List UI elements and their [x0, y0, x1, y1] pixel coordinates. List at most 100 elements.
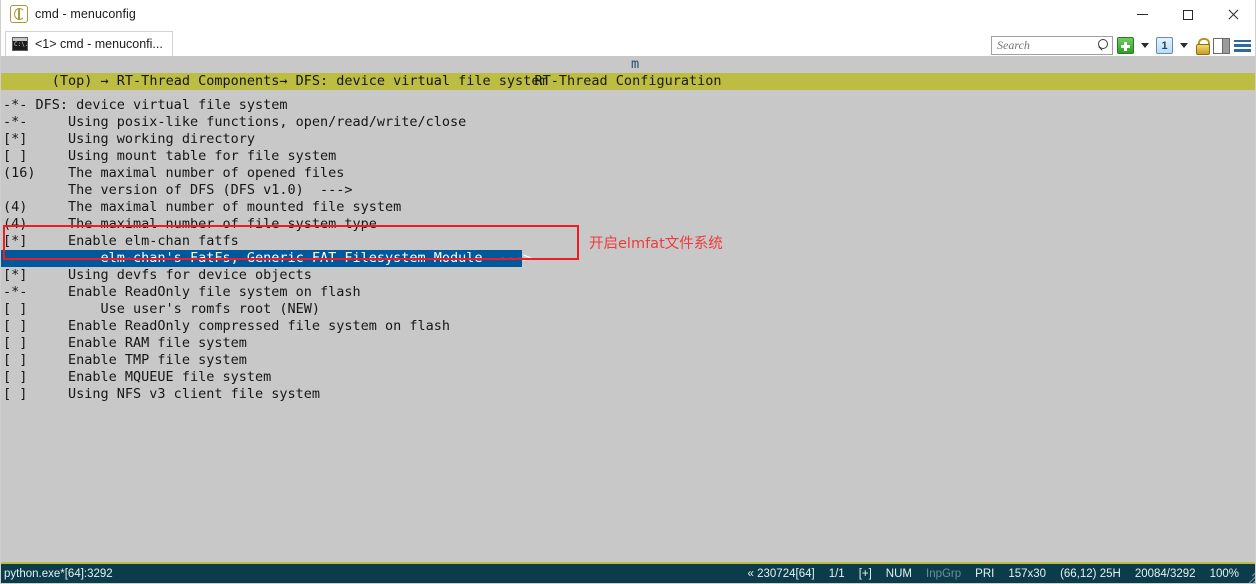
status-inpgrp: InpGrp: [926, 567, 962, 580]
status-size: 157x30: [1008, 567, 1047, 580]
window-title: cmd - menuconfig: [35, 7, 136, 21]
breadcrumb-text: (Top) → RT-Thread Components→ DFS: devic…: [51, 73, 548, 89]
menu-item-label: Enable ReadOnly compressed file system o…: [35, 318, 451, 334]
maximize-button[interactable]: [1165, 0, 1210, 29]
search-icon[interactable]: [1097, 39, 1110, 52]
menu-item-label: Using mount table for file system: [35, 148, 337, 164]
close-icon: [1227, 9, 1239, 21]
window-controls: [1120, 0, 1255, 29]
menu-item-label: elm-chan's FatFs, Generic FAT Filesystem…: [35, 250, 532, 266]
menu-item-label: Using devfs for device objects: [35, 267, 312, 283]
maximize-icon: [1182, 9, 1193, 20]
tab-strip: <1> cmd - menuconfi... 1: [1, 29, 1255, 56]
chevron-down-icon: [1180, 43, 1188, 48]
menu-button[interactable]: [1234, 39, 1251, 53]
status-bar: python.exe*[64]:3292 « 230724[64] 1/1 [+…: [1, 564, 1255, 583]
menu-item[interactable]: (4) The maximal number of file system ty…: [1, 216, 1255, 233]
menu-item[interactable]: elm-chan's FatFs, Generic FAT Filesystem…: [1, 250, 531, 267]
menu-item-marker: (4): [3, 216, 36, 232]
menu-item-label: The maximal number of file system type: [35, 216, 377, 232]
status-tab-count: 1/1: [828, 567, 845, 580]
breadcrumb: (Top) → RT-Thread Components→ DFS: devic…: [1, 56, 1255, 89]
menu-item-marker: [ ]: [3, 148, 36, 164]
menu-item-marker: [ ]: [3, 386, 36, 402]
menu-item[interactable]: (16) The maximal number of opened files: [1, 165, 1255, 182]
menu-item-label: Enable TMP file system: [35, 352, 247, 368]
menu-item[interactable]: [*] Using devfs for device objects: [1, 267, 1255, 284]
terminal-window: cmd - menuconfig <1> cmd - menuconfi... …: [0, 0, 1256, 584]
menu-item[interactable]: [*] Using working directory: [1, 131, 1255, 148]
menu-item[interactable]: [ ] Enable ReadOnly compressed file syst…: [1, 318, 1255, 335]
status-num: NUM: [885, 567, 912, 580]
menu-item[interactable]: [ ] Enable MQUEUE file system: [1, 369, 1255, 386]
panes-dropdown[interactable]: [1177, 43, 1191, 48]
menu-item-marker: [*]: [3, 233, 36, 249]
status-zoom: 100%: [1209, 567, 1239, 580]
close-button[interactable]: [1210, 0, 1255, 29]
menu-item-label: DFS: device virtual file system: [35, 97, 288, 113]
menu-item-label: Enable RAM file system: [35, 335, 247, 351]
console-app-icon: [10, 5, 28, 23]
menu-item[interactable]: -*- Using posix-like functions, open/rea…: [1, 114, 1255, 131]
status-indicators: « 230724[64] 1/1 [+] NUM InpGrp PRI 157x…: [747, 567, 1255, 580]
hamburger-menu-icon: [1234, 39, 1251, 53]
resize-grip[interactable]: [1241, 567, 1255, 583]
menu-item-label: The version of DFS (DFS v1.0) --->: [35, 182, 353, 198]
green-plus-icon: [1117, 37, 1134, 54]
menu-item[interactable]: -*- Enable ReadOnly file system on flash: [1, 284, 1255, 301]
menu-item[interactable]: [ ] Use user's romfs root (NEW): [1, 301, 1255, 318]
annotation-label: 开启elmfat文件系统: [589, 236, 723, 252]
numbered-pane-icon: 1: [1156, 37, 1173, 54]
menu-item-marker: [ ]: [3, 318, 36, 334]
menu-item-label: Using posix-like functions, open/read/wr…: [35, 114, 467, 130]
menu-item-label: Enable ReadOnly file system on flash: [35, 284, 361, 300]
search-box[interactable]: [991, 36, 1113, 55]
tab-label: <1> cmd - menuconfi...: [35, 37, 163, 51]
status-cursor: (66,12) 25H: [1060, 567, 1121, 580]
split-pane-icon: [1213, 37, 1230, 54]
lock-button[interactable]: [1195, 37, 1210, 55]
status-plus: [+]: [858, 567, 872, 580]
menu-item-marker: [*]: [3, 131, 36, 147]
menu-item[interactable]: [ ] Enable RAM file system: [1, 335, 1255, 352]
menu-item[interactable]: [ ] Enable TMP file system: [1, 352, 1255, 369]
new-tab-button[interactable]: [1117, 37, 1134, 54]
menu-item-label: Enable elm-chan fatfs: [35, 233, 239, 249]
status-pri: PRI: [975, 567, 995, 580]
cursor-char: m: [631, 56, 640, 72]
menu-item-marker: -*-: [3, 284, 36, 300]
menu-item-marker: [3, 182, 36, 198]
minimize-icon: [1137, 14, 1148, 15]
menu-item-label: Use user's romfs root (NEW): [35, 301, 320, 317]
status-build: « 230724[64]: [747, 567, 815, 580]
menu-item-label: Enable MQUEUE file system: [35, 369, 272, 385]
split-view-button[interactable]: [1213, 37, 1230, 54]
menu-item-label: The maximal number of opened files: [35, 165, 345, 181]
menu-item[interactable]: [ ] Using NFS v3 client file system: [1, 386, 1255, 403]
menu-item-marker: (16): [3, 165, 36, 181]
panes-button[interactable]: 1: [1156, 37, 1173, 54]
menu-item-marker: [ ]: [3, 335, 36, 351]
menu-item-marker: [3, 250, 36, 266]
menu-item-marker: [ ]: [3, 301, 36, 317]
menu-item-marker: (4): [3, 199, 36, 215]
menu-item-marker: [ ]: [3, 369, 36, 385]
menu-item-marker: [ ]: [3, 352, 36, 368]
console-output[interactable]: (Top) → RT-Thread Components→ DFS: devic…: [1, 56, 1255, 562]
new-tab-dropdown[interactable]: [1138, 43, 1152, 48]
chevron-down-icon: [1141, 43, 1149, 48]
menu-item[interactable]: The version of DFS (DFS v1.0) --->: [1, 182, 1255, 199]
menu-item[interactable]: -*- DFS: device virtual file system: [1, 97, 1255, 114]
status-process: python.exe*[64]:3292: [4, 567, 113, 580]
search-input[interactable]: [997, 37, 1097, 54]
menu-item[interactable]: [ ] Using mount table for file system: [1, 148, 1255, 165]
menu-item[interactable]: (4) The maximal number of mounted file s…: [1, 199, 1255, 216]
title-bar: cmd - menuconfig: [1, 0, 1255, 29]
menu-item-label: Using working directory: [35, 131, 255, 147]
padlock-icon: [1195, 37, 1210, 55]
tab-cmd-menuconfig[interactable]: <1> cmd - menuconfi...: [5, 31, 173, 56]
menu-item-marker: [*]: [3, 267, 36, 283]
cmd-console-icon: [12, 37, 28, 51]
minimize-button[interactable]: [1120, 0, 1165, 29]
toolbar: 1: [991, 36, 1251, 55]
